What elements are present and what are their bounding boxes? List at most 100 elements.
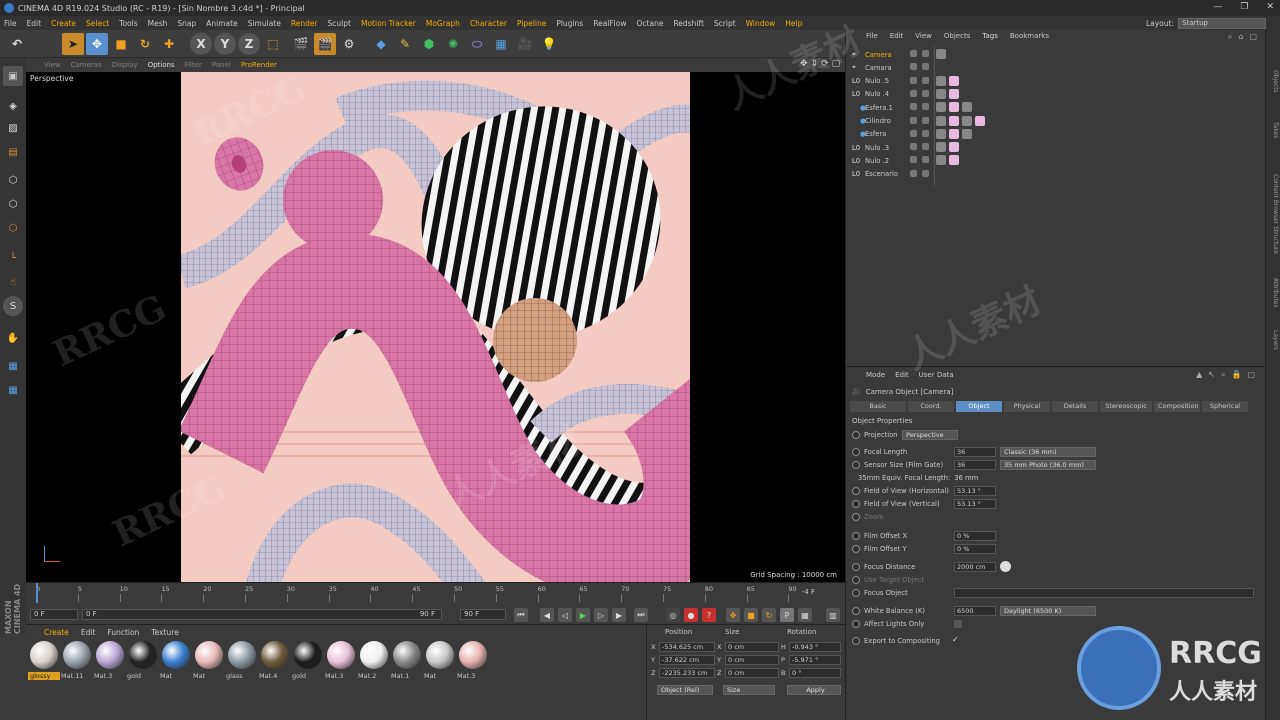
render-dots[interactable] (922, 143, 929, 151)
viewport-menu-item[interactable]: View (44, 61, 61, 69)
material-tag-icon[interactable] (936, 142, 946, 153)
visibility-dots[interactable] (910, 103, 917, 111)
timeline[interactable]: -4 F 0 5 10 15 20 25 30 35 40 45 50 55 60 65 70 75 80 85 9… (26, 582, 845, 604)
export-radio[interactable] (852, 637, 860, 645)
material-swatch[interactable]: Mat.3 (325, 641, 357, 691)
texture-tag-icon[interactable] (949, 115, 959, 126)
frame-range-slider[interactable]: 0 F 90 F (82, 609, 442, 620)
make-editable-icon[interactable]: ▣ (3, 66, 23, 86)
key-rotation-icon[interactable]: ↻ (762, 608, 776, 622)
camera-icon[interactable]: 🎥 (514, 33, 536, 55)
minimize-icon[interactable]: — (1213, 2, 1222, 12)
viewport-menu-item[interactable]: Cameras (71, 61, 102, 69)
viewport-menu-item[interactable]: Display (112, 61, 138, 69)
object-row[interactable]: L0 Escenario (852, 168, 932, 181)
fov-v-radio[interactable] (852, 500, 860, 508)
om-menu-item[interactable]: Tags (982, 32, 998, 44)
menu-item[interactable]: Pipeline (517, 19, 546, 28)
tab-physical[interactable]: Physical (1004, 401, 1050, 412)
menu-item[interactable]: Character (470, 19, 507, 28)
tweak-mode-icon[interactable]: ☝ (3, 272, 23, 292)
object-row[interactable]: L0 Nulo .5 (852, 75, 932, 88)
menu-item[interactable]: Animate (206, 19, 237, 28)
quantize-icon[interactable]: ✋ (3, 328, 23, 348)
visibility-dots[interactable] (910, 50, 917, 57)
right-tab-contentbrowser[interactable]: Content Browser (1268, 174, 1279, 224)
lock-workplane-icon[interactable]: ▦ (3, 356, 23, 376)
position-field[interactable]: -2235.233 cm (659, 668, 715, 678)
rotate-view-icon[interactable]: ⟳ (821, 59, 829, 69)
viewport-menu-item[interactable]: Options (148, 61, 175, 69)
texture-tag-icon[interactable] (962, 128, 972, 139)
deformer-icon[interactable]: ⬭ (466, 33, 488, 55)
timeline-window-icon[interactable]: ▥ (826, 608, 840, 622)
material-menu-item[interactable]: Create (44, 628, 69, 637)
visibility-dots[interactable] (910, 63, 917, 71)
visibility-dots[interactable] (910, 116, 917, 124)
scale-tool-icon[interactable]: ■ (110, 33, 132, 55)
right-tab-structure[interactable]: Structure (1268, 226, 1279, 254)
tab-object[interactable]: Object (956, 401, 1002, 412)
cube-icon[interactable]: ◆ (370, 33, 392, 55)
search-icon[interactable]: ⌕ (1221, 370, 1225, 380)
apply-button[interactable]: Apply (787, 685, 841, 695)
material-swatch[interactable]: gold (127, 641, 159, 691)
material-swatch[interactable]: Mat.11 (61, 641, 93, 691)
live-selection-icon[interactable]: ✚ (158, 33, 180, 55)
focal-length-preset[interactable]: Classic (36 mm) (1000, 447, 1096, 457)
material-swatch[interactable]: gold (292, 641, 324, 691)
right-tab-attributes[interactable]: Attributes (1268, 278, 1279, 308)
pen-icon[interactable]: ✎ (394, 33, 416, 55)
menu-item[interactable]: MoGraph (426, 19, 460, 28)
menu-item[interactable]: Octane (637, 19, 664, 28)
autokey-icon[interactable]: ? (702, 608, 716, 622)
object-row[interactable]: ● Esfera (852, 128, 932, 141)
select-tool-icon[interactable]: ➤ (62, 33, 84, 55)
z-axis-icon[interactable]: Z (238, 33, 260, 55)
key-param-icon[interactable]: P (780, 608, 794, 622)
viewport-menu-item[interactable]: Panel (212, 61, 231, 69)
viewport[interactable]: Grid Spacing : 10000 cm (26, 72, 845, 582)
object-row[interactable]: L0 Nulo .2 (852, 154, 932, 167)
object-row[interactable]: ● Cilindro (852, 115, 932, 128)
material-swatch[interactable]: Mat.3 (457, 641, 489, 691)
x-axis-icon[interactable]: X (190, 33, 212, 55)
menu-item[interactable]: Motion Tracker (361, 19, 416, 28)
export-checkbox[interactable]: ✓ (952, 635, 959, 644)
render-dots[interactable] (922, 50, 929, 57)
tab-basic[interactable]: Basic (850, 401, 906, 412)
texture-mode-icon[interactable]: ▨ (3, 118, 23, 138)
viewport-menu-item[interactable]: Filter (185, 61, 202, 69)
search-icon[interactable]: ⌕ (1228, 32, 1232, 42)
record-icon[interactable]: ● (684, 608, 698, 622)
attr-menu-item[interactable]: Edit (895, 371, 909, 379)
om-menu-item[interactable]: Bookmarks (1010, 32, 1049, 44)
material-tag-icon[interactable] (936, 102, 946, 113)
render-dots[interactable] (922, 89, 929, 97)
render-dots[interactable] (922, 63, 929, 71)
size-field[interactable]: 0 cm (725, 655, 779, 665)
menu-item[interactable]: RealFlow (593, 19, 626, 28)
cloner-icon[interactable]: ✺ (442, 33, 464, 55)
position-field[interactable]: -37.622 cm (659, 655, 715, 665)
menu-item[interactable]: Edit (27, 19, 42, 28)
close-icon[interactable]: ✕ (1266, 2, 1274, 12)
object-row[interactable]: L0 Nulo .3 (852, 141, 932, 154)
polygons-mode-icon[interactable]: ⬡ (3, 218, 23, 238)
material-menu-item[interactable]: Texture (151, 628, 178, 637)
tab-spherical[interactable]: Spherical (1202, 401, 1248, 412)
white-balance-radio[interactable] (852, 607, 860, 615)
layout-select[interactable]: Startup (1178, 17, 1266, 29)
fov-v-field[interactable]: 53.13 ° (954, 499, 996, 509)
fov-h-field[interactable]: 53.13 ° (954, 486, 996, 496)
texture-tag-icon[interactable] (949, 128, 959, 139)
maximize-icon[interactable]: ❐ (1240, 2, 1248, 12)
texture-tag-icon[interactable] (962, 115, 972, 126)
end-frame-field[interactable]: 90 F (460, 609, 506, 620)
texture-tag-icon[interactable] (962, 102, 972, 113)
right-tab-takes[interactable]: Takes (1268, 122, 1279, 138)
affect-lights-checkbox[interactable] (954, 620, 962, 628)
menu-item[interactable]: Mesh (148, 19, 168, 28)
material-menu-item[interactable]: Function (107, 628, 139, 637)
material-swatch[interactable]: Mat.4 (259, 641, 291, 691)
